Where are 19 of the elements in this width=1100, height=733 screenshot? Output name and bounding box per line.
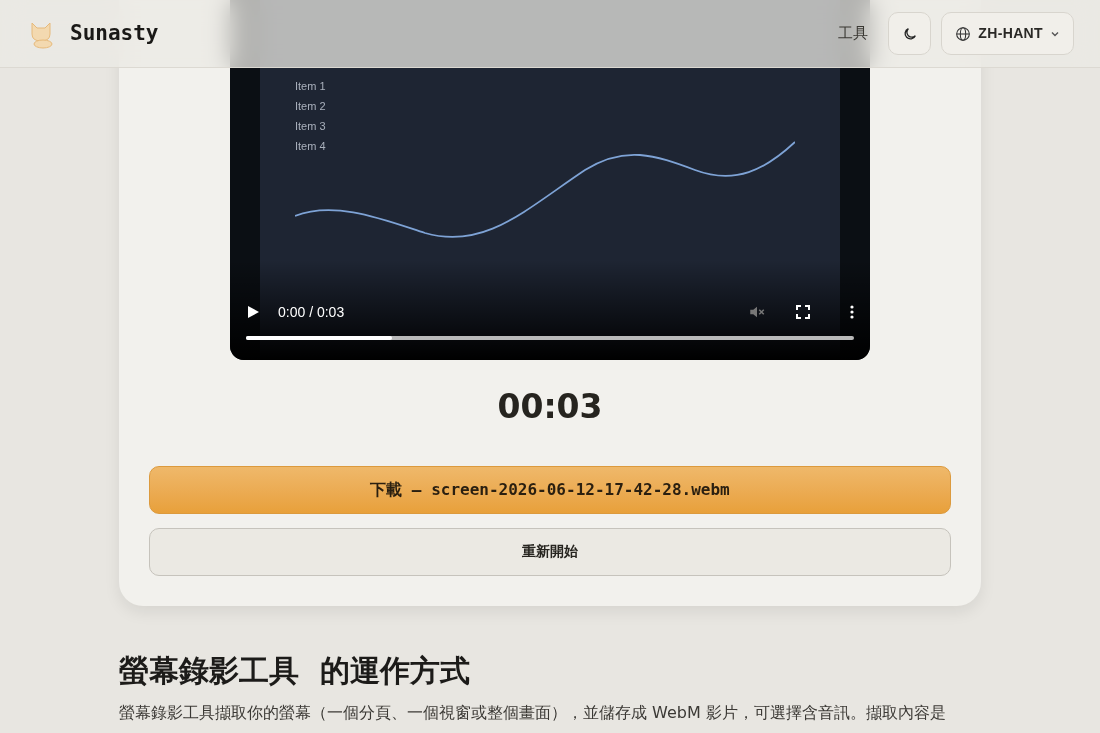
frame-list-item: Item 2: [295, 99, 326, 114]
play-icon[interactable]: [246, 305, 260, 319]
theme-toggle-button[interactable]: [888, 12, 932, 55]
download-button[interactable]: 下載 — screen-2026-06-12-17-42-28.webm: [149, 465, 951, 514]
globe-icon: [955, 25, 972, 42]
video-time: 0:00 / 0:03: [278, 302, 345, 322]
restart-button[interactable]: 重新開始: [149, 527, 951, 576]
frame-list-item: Item 4: [295, 139, 326, 154]
fullscreen-icon[interactable]: [796, 305, 810, 319]
elapsed-timer: 00:03: [497, 386, 603, 428]
more-options-icon[interactable]: [850, 305, 854, 319]
brand-name[interactable]: Sunasty: [70, 17, 159, 50]
progress-track[interactable]: [246, 336, 854, 340]
tools-link[interactable]: 工具: [838, 22, 869, 45]
frame-list-item: Item 3: [295, 119, 326, 134]
language-button[interactable]: ZH-HANT: [941, 12, 1074, 55]
section-paragraph: 螢幕錄影工具擷取你的螢幕（一個分頁、一個視窗或整個畫面），並儲存成 WebM 影片，可選擇含音訊。擷取內容是: [119, 703, 947, 723]
section-heading: 螢幕錄影工具 的運作方式: [119, 651, 471, 689]
frame-list-item: Item 1: [295, 79, 326, 94]
